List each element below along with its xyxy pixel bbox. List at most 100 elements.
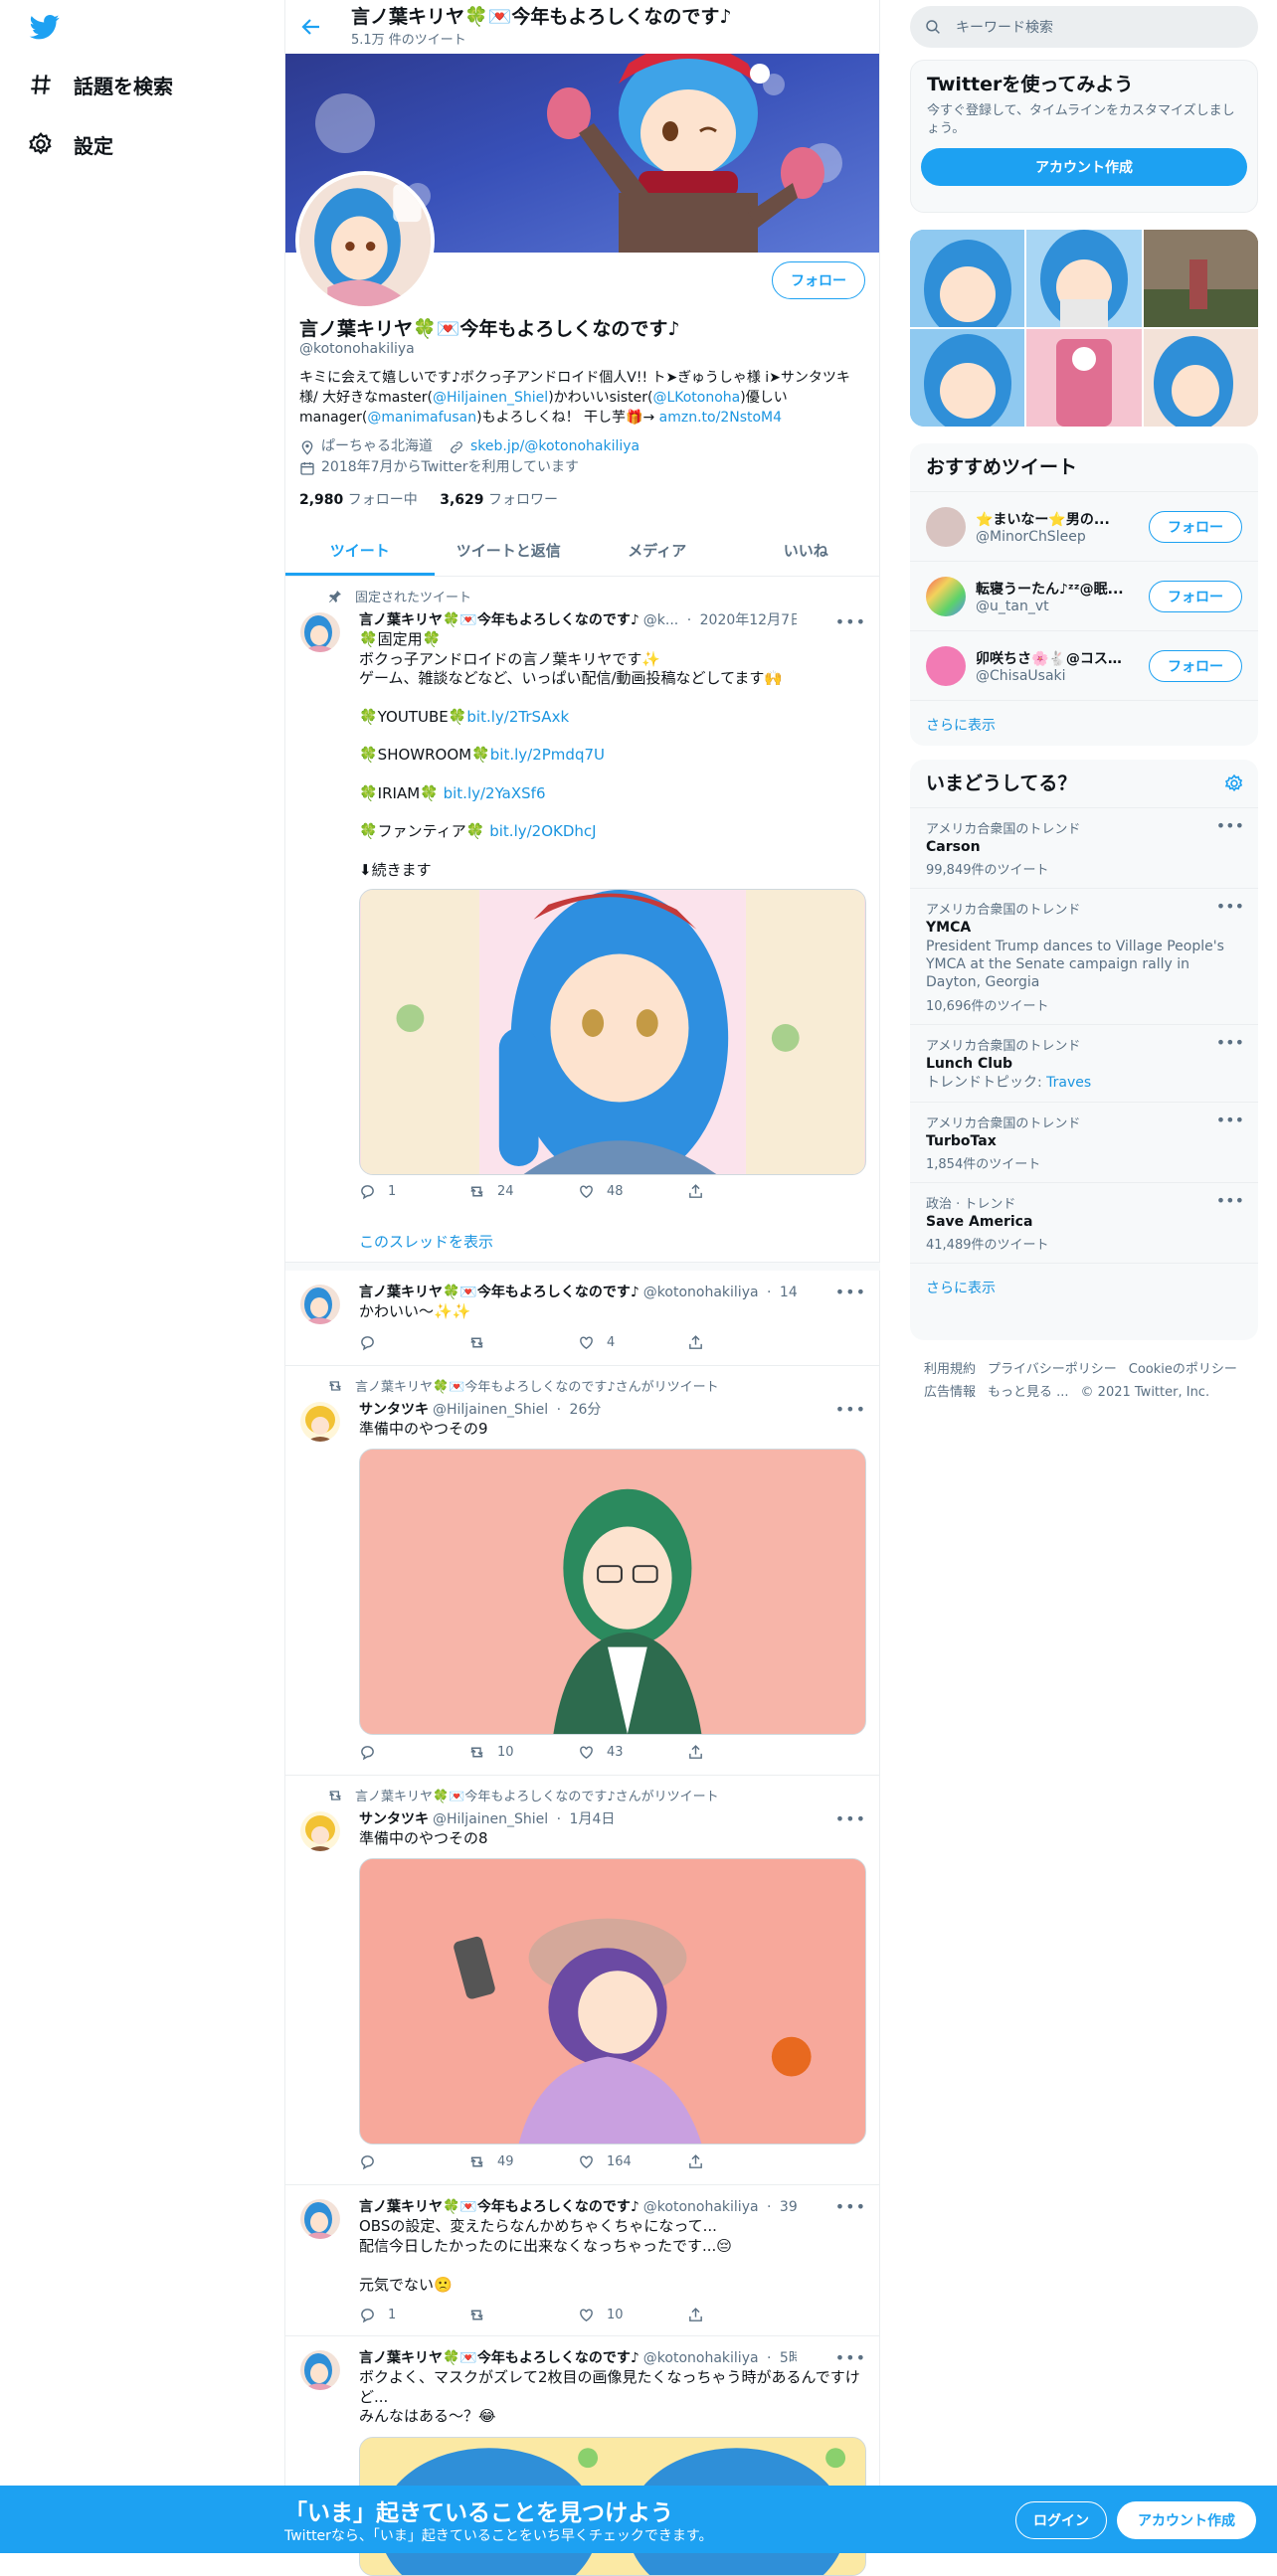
avatar[interactable] [926,506,966,547]
recommended-user[interactable]: ⭐まいなー⭐男の... @MinorChSleep フォロー [910,491,1258,561]
profile-location: ぱーちゃる北海道 [321,438,433,454]
nav-explore[interactable]: 話題を検索 [28,65,173,104]
trend-item[interactable]: 政治 · トレンド Save America 41,489件のツイート ••• [910,1182,1258,1263]
footer-more-link[interactable]: もっと見る ... [988,1385,1069,1400]
media-thumbnail[interactable] [910,329,1025,427]
bio-mention-link[interactable]: @LKotonoha [652,390,740,406]
footer-link[interactable]: 利用規約 [924,1362,976,1377]
recommended-user[interactable]: 転寝うーたん♪ᶻᶻ@眠... @u_tan_vt フォロー [910,561,1258,630]
tweet-image[interactable] [359,1857,866,2145]
tab-tweets[interactable]: ツイート [285,525,435,576]
trend-topic-link[interactable]: Traves [1046,1075,1091,1091]
reply-button[interactable] [359,1334,468,1351]
retweet-button[interactable] [468,2307,578,2323]
tab-tweets-replies[interactable]: ツイートと返信 [435,525,584,576]
follow-button[interactable]: フォロー [1149,649,1242,682]
recommended-user[interactable]: 卯咲ちさ🌸🐇@コスプ... @ChisaUsaki フォロー [910,630,1258,700]
tweet-avatar[interactable] [300,1811,340,1851]
nav-settings[interactable]: 設定 [28,124,113,164]
gear-icon[interactable] [1224,773,1244,793]
footer-link[interactable]: Cookieのポリシー [1129,1362,1237,1377]
retweet-button[interactable]: 24 [468,1183,578,1200]
like-button[interactable]: 4 [578,1334,687,1351]
tweet-avatar[interactable] [300,1402,340,1442]
tweet-avatar[interactable] [300,1285,340,1324]
footer-link[interactable]: 広告情報 [924,1385,976,1400]
tweet-retweeted[interactable]: 言ノ葉キリヤ🍀💌今年もよろしくなのです♪さんがリツイート ••• サンタツキ @H… [285,1366,880,1776]
share-button[interactable] [687,1744,797,1761]
more-options-icon[interactable]: ••• [1216,816,1244,835]
trend-item[interactable]: アメリカ合衆国のトレンド Carson 99,849件のツイート ••• [910,807,1258,888]
avatar[interactable] [926,645,966,686]
avatar[interactable] [926,576,966,616]
tweet-text: 準備中のやつその9 [359,1420,488,1438]
like-button[interactable]: 164 [578,2153,687,2170]
more-options-icon[interactable]: ••• [1216,1033,1244,1052]
tweet[interactable]: ••• 言ノ葉キリヤ🍀💌今年もよろしくなのです♪ @kotonohakiliya … [285,2185,880,2336]
trend-item[interactable]: アメリカ合衆国のトレンド TurboTax 1,854件のツイート ••• [910,1102,1258,1182]
reply-button[interactable] [359,1744,468,1761]
more-options-icon[interactable]: ••• [1216,1191,1244,1210]
tweet-avatar[interactable] [300,2350,340,2390]
login-button[interactable]: ログイン [1015,2501,1107,2539]
media-thumbnail[interactable] [1026,329,1142,427]
tweet-retweeted[interactable]: 言ノ葉キリヤ🍀💌今年もよろしくなのです♪さんがリツイート ••• サンタツキ @H… [285,1776,880,2185]
share-button[interactable] [687,1183,797,1200]
tweet-avatar[interactable] [300,2199,340,2239]
like-button[interactable]: 43 [578,1744,687,1761]
show-more-link[interactable]: さらに表示 [910,1263,1258,1311]
tweet-image[interactable] [359,1448,866,1735]
tweet-link[interactable]: bit.ly/2OKDhcJ [489,822,596,840]
show-thread-link[interactable]: このスレッドを表示 [359,1231,493,1252]
retweet-button[interactable]: 10 [468,1744,578,1761]
tab-media[interactable]: メディア [583,525,732,576]
header-title: 言ノ葉キリヤ🍀💌今年もよろしくなのです♪ [351,6,732,28]
media-thumbnail[interactable] [910,230,1025,327]
signup-box: Twitterを使ってみよう 今すぐ登録して、タイムラインをカスタマイズしましょ… [910,60,1258,213]
follow-button[interactable]: フォロー [1149,580,1242,612]
like-button[interactable]: 48 [578,1183,687,1200]
twitter-logo-icon[interactable] [28,12,62,42]
create-account-button[interactable]: アカウント作成 [921,148,1247,186]
back-arrow-icon[interactable] [299,15,323,39]
tweet-avatar[interactable] [300,612,340,652]
followers-link[interactable]: 3,629 フォロワー [440,492,558,508]
share-button[interactable] [687,2153,797,2170]
footer-link[interactable]: プライバシーポリシー [988,1362,1117,1377]
retweet-button[interactable]: 49 [468,2153,578,2170]
signup-button[interactable]: アカウント作成 [1117,2501,1256,2539]
media-thumbnail[interactable] [1143,329,1258,427]
reply-button[interactable]: 1 [359,1183,468,1200]
like-button[interactable]: 10 [578,2307,687,2323]
bio-mention-link[interactable]: @Hiljainen_Shiel [433,390,548,406]
share-button[interactable] [687,2307,797,2323]
retweet-button[interactable] [468,1334,578,1351]
follow-button[interactable]: フォロー [1149,510,1242,543]
media-thumbnail[interactable] [1026,230,1142,327]
search-input[interactable]: キーワード検索 [910,6,1258,48]
share-button[interactable] [687,1334,797,1351]
reply-icon [361,1336,374,1351]
tweet-pinned[interactable]: 固定されたツイート ••• 言ノ葉キリヤ🍀💌今年もよろしくなのです♪ @k... … [285,577,880,1263]
more-options-icon[interactable]: ••• [1216,897,1244,916]
tweet[interactable]: ••• 言ノ葉キリヤ🍀💌今年もよろしくなのです♪ @kotonohakiliya … [285,1271,880,1366]
profile-meta: ぱーちゃる北海道 skeb.jp/@kotonohakiliya 2018年7月… [299,436,639,478]
tweet-image[interactable] [359,889,866,1175]
trend-item[interactable]: アメリカ合衆国のトレンド Lunch Club トレンドトピック: Traves •… [910,1024,1258,1102]
following-link[interactable]: 2,980 フォロー中 [299,492,418,508]
tweet-link[interactable]: bit.ly/2YaXSf6 [444,784,546,802]
media-thumbnail[interactable] [1143,230,1258,327]
profile-avatar[interactable] [295,171,435,310]
follow-button[interactable]: フォロー [772,261,865,299]
bio-mention-link[interactable]: @manimafusan [367,410,476,426]
tweet-link[interactable]: bit.ly/2TrSAxk [466,708,569,726]
bio-url-link[interactable]: amzn.to/2NstoM4 [659,410,782,426]
show-more-link[interactable]: さらに表示 [910,700,1258,746]
tweet-link[interactable]: bit.ly/2Pmdq7U [490,746,605,764]
tab-likes[interactable]: いいね [732,525,881,576]
profile-website-link[interactable]: skeb.jp/@kotonohakiliya [470,436,639,457]
more-options-icon[interactable]: ••• [1216,1111,1244,1129]
reply-button[interactable] [359,2153,468,2170]
reply-button[interactable]: 1 [359,2307,468,2323]
trend-item[interactable]: アメリカ合衆国のトレンド YMCA President Trump dances t… [910,888,1258,1024]
